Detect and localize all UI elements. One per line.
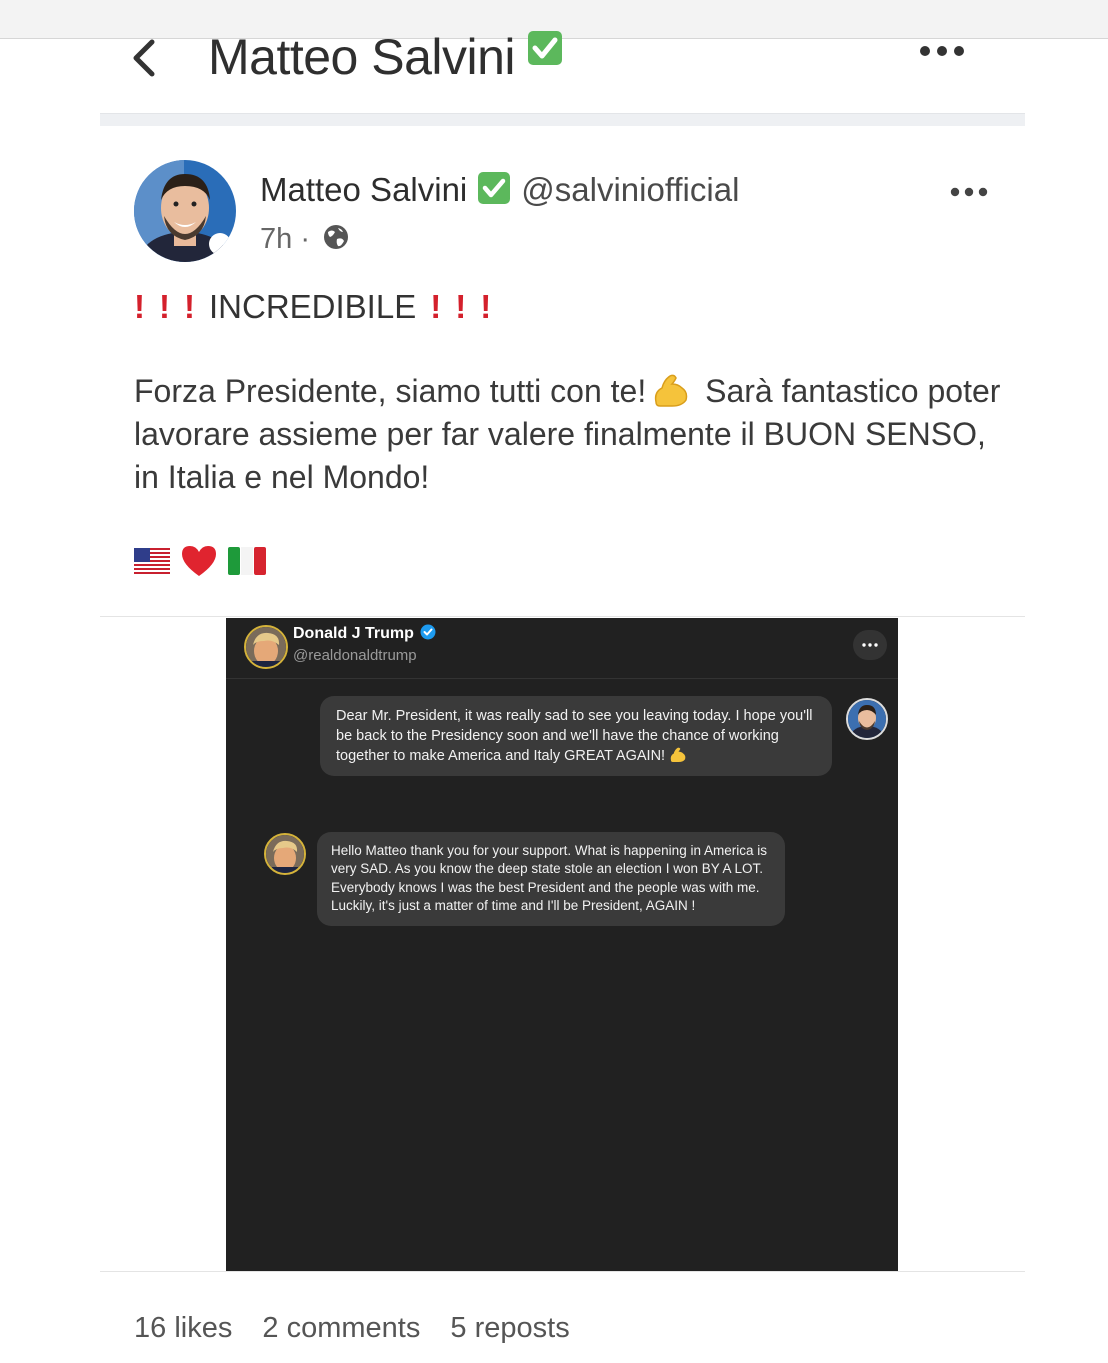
exclamation-icon: ! [430, 288, 442, 325]
post-meta: 7h · [260, 221, 350, 257]
post-body-line1: Forza Presidente, siamo tutti con te! [134, 373, 647, 409]
app-header: Matteo Salvini [100, 28, 1025, 88]
likes-count[interactable]: 16 likes [134, 1312, 232, 1344]
verified-check-icon [528, 31, 563, 65]
back-icon[interactable] [128, 38, 158, 78]
flexed-biceps-icon [655, 374, 688, 407]
embedded-header: Donald J Trump @realdonaldtrump [226, 618, 898, 679]
page-title-text: Matteo Salvini [208, 29, 516, 85]
trump-avatar [244, 625, 288, 669]
message-bubble-received: Hello Matteo thank you for your support.… [317, 832, 785, 926]
salvini-avatar-image [848, 700, 886, 738]
header-divider [100, 113, 1025, 126]
exclamation-icon: ! [159, 288, 170, 325]
comments-count[interactable]: 2 comments [262, 1312, 420, 1344]
embedded-handle: @realdonaldtrump [293, 647, 417, 664]
italy-flag-icon [228, 547, 266, 575]
exclamation-icon: ! [455, 288, 467, 325]
post-body: Forza Presidente, siamo tutti con te! Sa… [134, 370, 1014, 499]
post-stats: 16 likes 2 comments 5 reposts [134, 1310, 592, 1346]
post-more-options-icon[interactable] [950, 186, 988, 198]
message-text: Hello Matteo thank you for your support.… [331, 843, 767, 914]
author-line: Matteo Salvini @salviniofficial [260, 170, 739, 210]
author-handle[interactable]: @salviniofficial [521, 171, 739, 208]
exclamation-icon: ! [480, 288, 492, 325]
flexed-biceps-icon [670, 747, 686, 763]
reposts-count[interactable]: 5 reposts [450, 1312, 569, 1344]
trump-message-avatar [264, 833, 306, 875]
blue-verified-icon [420, 624, 436, 640]
more-options-icon[interactable] [919, 44, 965, 58]
salvini-message-avatar [846, 698, 888, 740]
trump-avatar-image [266, 835, 304, 873]
post-time: 7h [260, 223, 293, 255]
author-name[interactable]: Matteo Salvini [260, 171, 467, 208]
avatar-image [134, 160, 236, 262]
author-avatar[interactable] [134, 160, 236, 262]
content-divider [100, 616, 1025, 617]
meta-separator: · [300, 223, 310, 255]
message-bubble-sent: Dear Mr. President, it was really sad to… [320, 696, 832, 776]
embedded-name: Donald J Trump [293, 624, 436, 643]
post-headline: !!! INCREDIBILE!!! [134, 287, 491, 327]
exclamation-icon: ! [184, 288, 195, 325]
us-flag-icon [134, 548, 170, 574]
exclamation-icon: ! [134, 288, 145, 325]
headline-text: INCREDIBILE [209, 288, 417, 325]
page-title: Matteo Salvini [208, 28, 563, 86]
embedded-name-text: Donald J Trump [293, 625, 414, 642]
ellipsis-icon [862, 643, 878, 647]
message-text: Dear Mr. President, it was really sad to… [336, 708, 813, 764]
footer-divider [100, 1271, 1025, 1272]
verified-check-icon [478, 172, 511, 204]
embedded-screenshot[interactable]: Donald J Trump @realdonaldtrump Dear Mr.… [226, 618, 898, 1271]
trump-avatar-image [246, 627, 286, 667]
emoji-row [134, 544, 266, 578]
red-heart-icon [182, 546, 216, 576]
globe-icon [324, 225, 349, 249]
embedded-more-button[interactable] [853, 630, 887, 660]
